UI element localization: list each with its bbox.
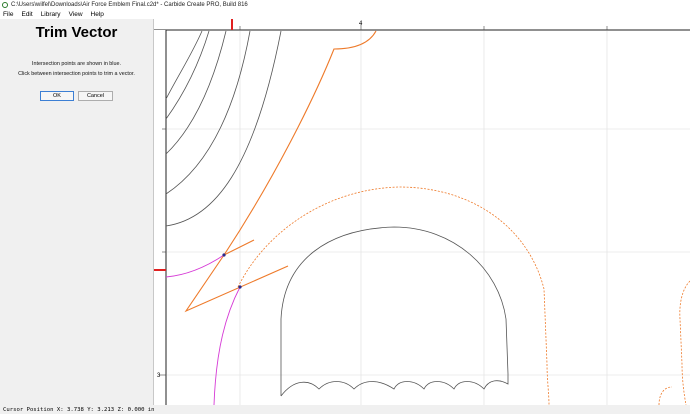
menu-file[interactable]: File: [3, 11, 13, 18]
left-ruler: 3: [154, 30, 167, 405]
menu-view[interactable]: View: [69, 11, 83, 18]
intersection-point-1[interactable]: [222, 253, 226, 257]
panel-instruction-2: Click between intersection points to tri…: [18, 71, 135, 77]
dashed-small-arc[interactable]: [658, 386, 673, 405]
panel-title: Trim Vector: [35, 24, 118, 41]
menu-library[interactable]: Library: [41, 11, 61, 18]
intersection-point-2[interactable]: [238, 285, 242, 289]
carbide-create-icon: [2, 1, 8, 8]
status-bar: Cursor Position X: 3.738 Y: 3.213 Z: 0.0…: [0, 405, 690, 414]
grid-lines: [167, 31, 690, 405]
magenta-vector-lower[interactable]: [213, 286, 241, 405]
window-title: C:\Users\wilfel\Downloads\Air Force Embl…: [11, 1, 248, 8]
panel-instruction-1: Intersection points are shown in blue.: [32, 61, 121, 67]
title-bar: C:\Users\wilfel\Downloads\Air Force Embl…: [0, 0, 690, 9]
canvas-drawing[interactable]: 4 3: [154, 19, 690, 405]
grey-arcs[interactable]: [165, 30, 282, 227]
cancel-button[interactable]: Cancel: [78, 91, 113, 101]
selected-vector[interactable]: [184, 30, 377, 313]
dashed-arch-vector-right[interactable]: [679, 280, 690, 405]
menu-help[interactable]: Help: [91, 11, 104, 18]
trim-vector-panel: Trim Vector Intersection points are show…: [0, 19, 154, 405]
menu-edit[interactable]: Edit: [21, 11, 32, 18]
design-canvas[interactable]: 4 3: [154, 19, 690, 405]
menu-bar: File Edit Library View Help: [0, 9, 690, 19]
cursor-position: Cursor Position X: 3.738 Y: 3.213 Z: 0.0…: [3, 406, 155, 413]
magenta-vector-upper[interactable]: [165, 254, 225, 278]
top-ruler: 4: [154, 19, 690, 31]
cursor-marker-left: [154, 269, 166, 271]
cursor-marker-top: [231, 19, 233, 30]
ok-button[interactable]: OK: [40, 91, 74, 101]
grey-arch-vector[interactable]: [280, 226, 509, 397]
